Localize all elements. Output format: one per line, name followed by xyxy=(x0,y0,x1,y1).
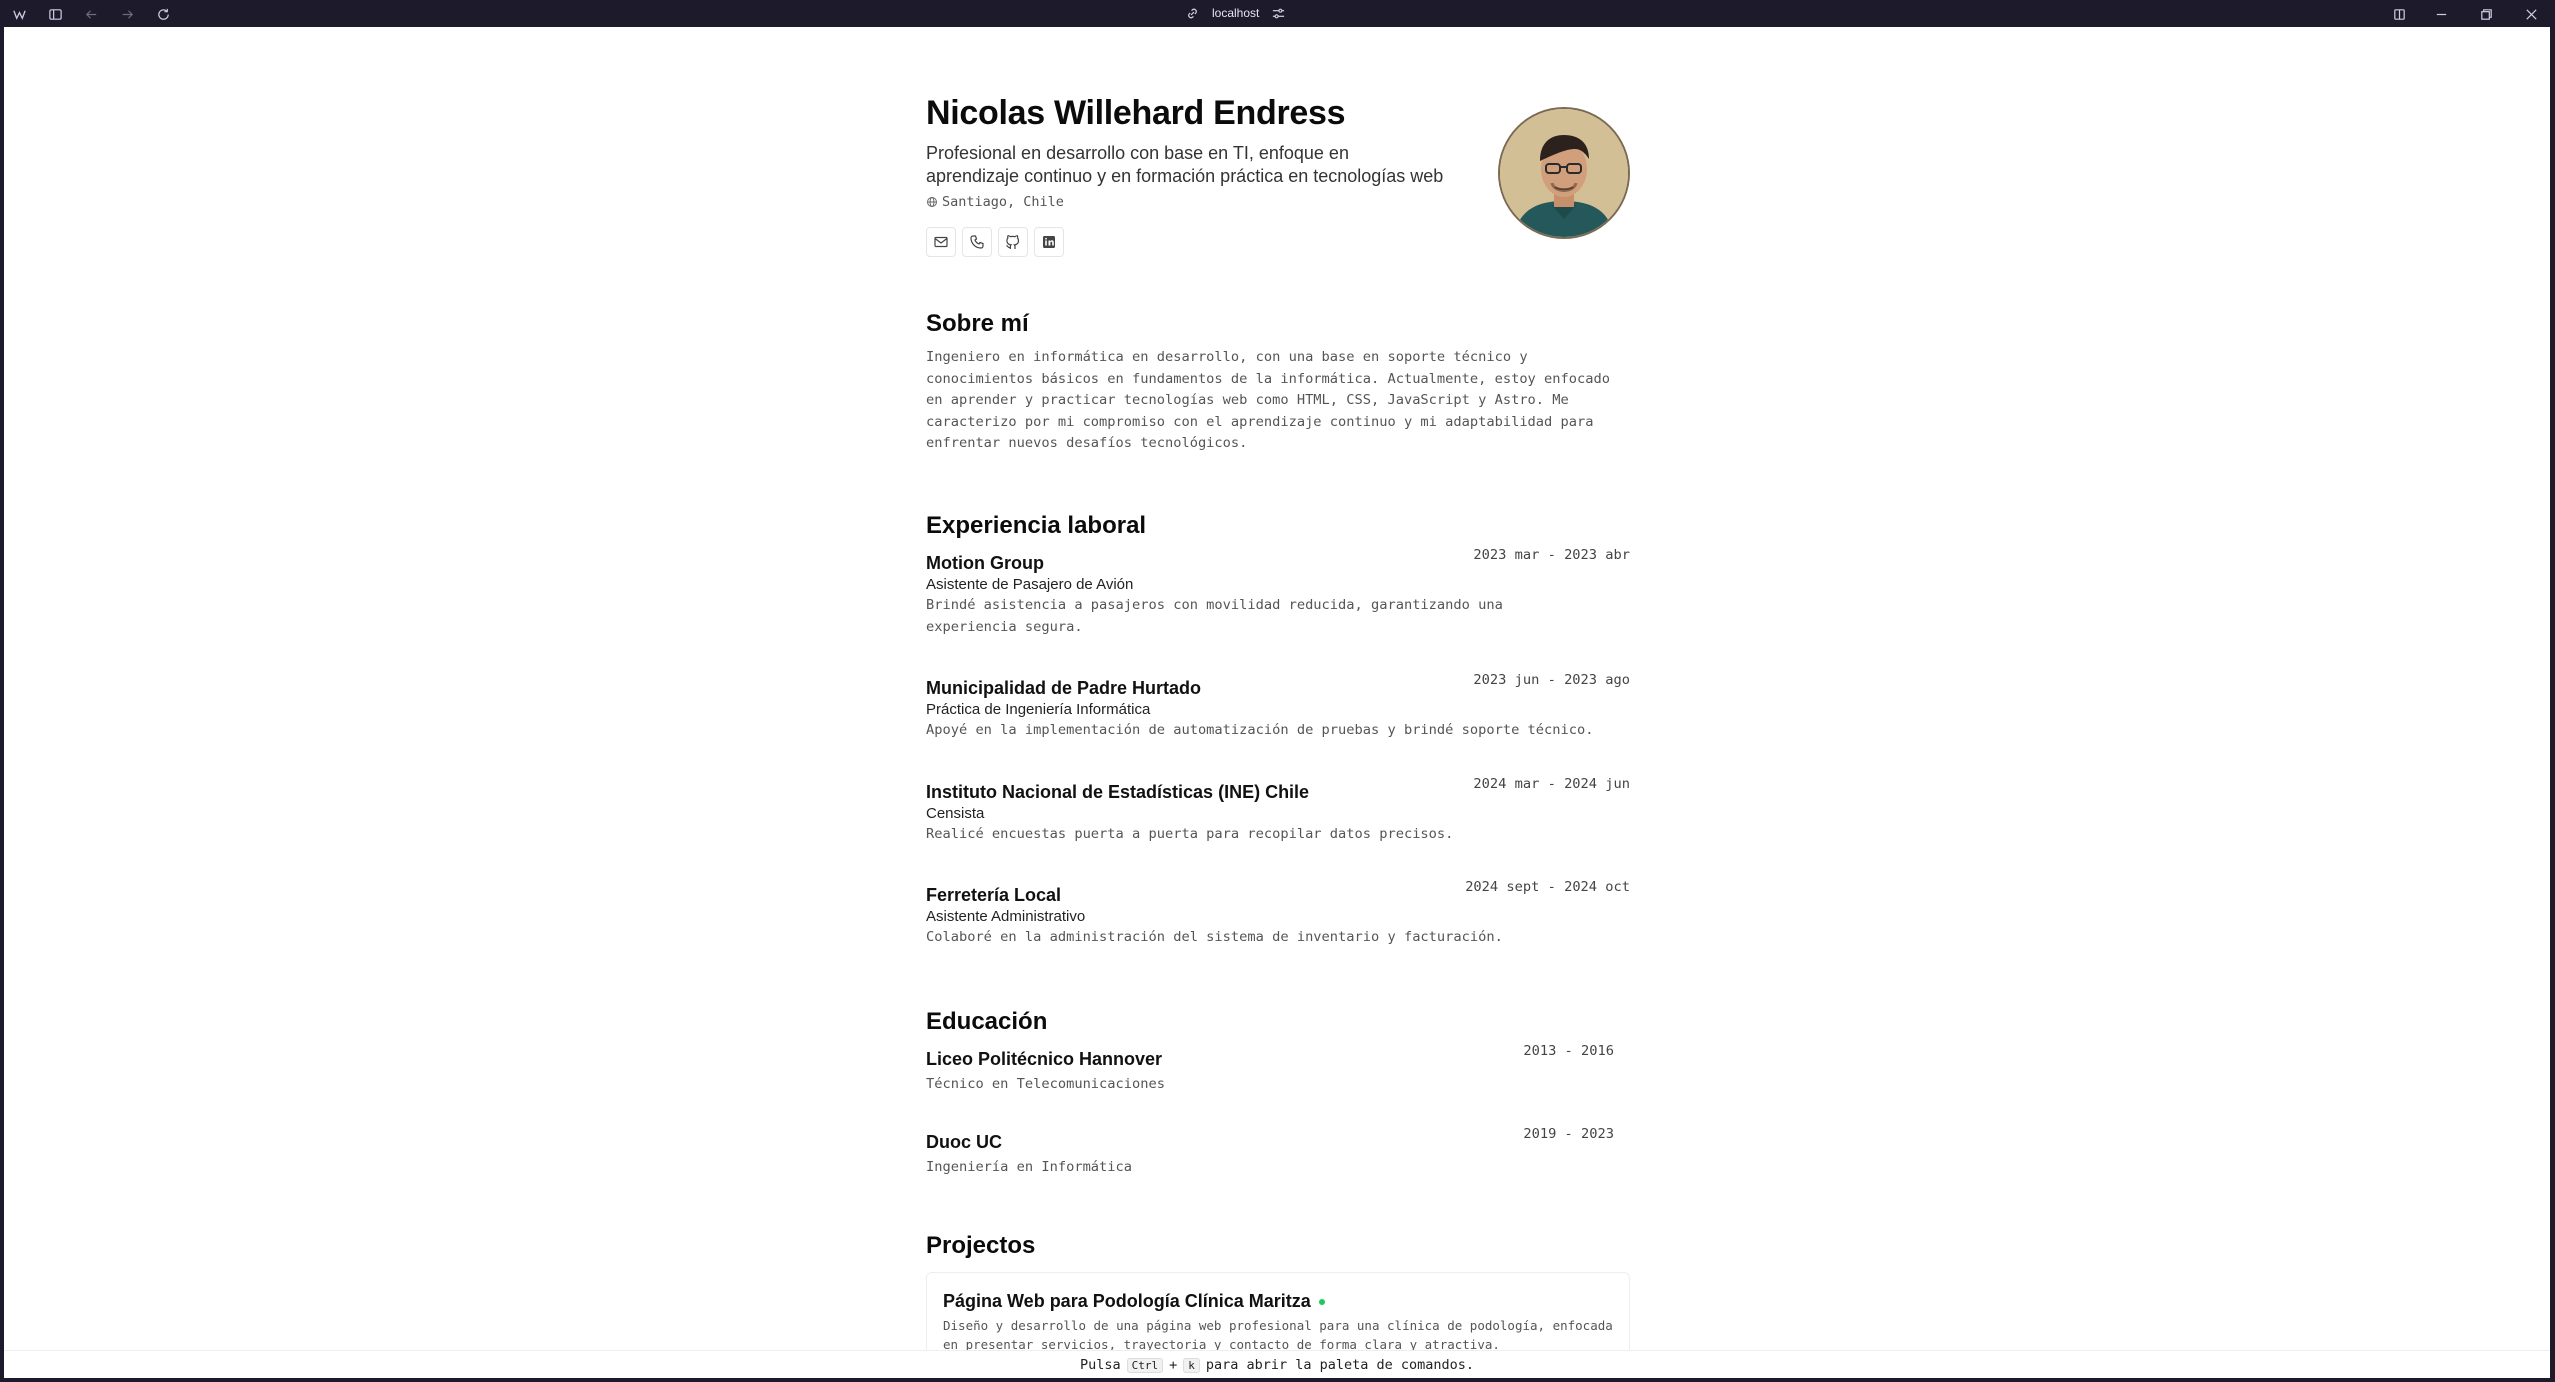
link-icon xyxy=(1188,8,1197,18)
forward-arrow-icon[interactable] xyxy=(117,4,137,24)
project-title-row[interactable]: Página Web para Podología Clínica Maritz… xyxy=(943,1291,1613,1312)
about-heading: Sobre mí xyxy=(926,310,1029,337)
globe-icon xyxy=(927,197,937,207)
app-logo-icon[interactable] xyxy=(9,4,29,24)
back-arrow-icon[interactable] xyxy=(81,4,101,24)
address-bar[interactable]: localhost xyxy=(1185,3,1286,23)
experience-description: Realicé encuestas puerta a puerta para r… xyxy=(926,826,1454,842)
github-icon xyxy=(1006,235,1020,249)
experience-date: 2023 mar - 2023 abr xyxy=(1473,547,1630,563)
hint-prefix: Pulsa xyxy=(1079,1357,1121,1373)
minimize-icon[interactable] xyxy=(2431,4,2451,24)
experience-heading: Experiencia laboral xyxy=(926,512,1147,539)
education-item: Duoc UC Ingeniería en Informática 2019 -… xyxy=(926,1126,1630,1179)
experience-item: Motion Group Asistente de Pasajero de Av… xyxy=(926,547,1630,638)
hint-suffix: para abrir la paleta de comandos. xyxy=(1205,1357,1475,1373)
mail-icon xyxy=(934,236,948,248)
experience-description: Brindé asistencia a pasajeros con movili… xyxy=(926,597,1503,635)
location-text: Santiago, Chile xyxy=(942,194,1064,210)
experience-date: 2024 sept - 2024 oct xyxy=(1465,879,1630,895)
profile-avatar xyxy=(1500,109,1628,237)
hint-key-ctrl: Ctrl xyxy=(1126,1357,1164,1373)
project-title[interactable]: Página Web para Podología Clínica Maritz… xyxy=(943,1291,1311,1312)
browser-titlebar: localhost xyxy=(0,0,2555,27)
experience-role: Asistente de Pasajero de Avión xyxy=(926,576,1134,593)
project-card[interactable]: Página Web para Podología Clínica Maritz… xyxy=(926,1272,1630,1350)
experience-item: Instituto Nacional de Estadísticas (INE)… xyxy=(926,776,1630,846)
projects-heading: Projectos xyxy=(926,1232,1036,1259)
page-viewport: Nicolas Willehard Endress Profesional en… xyxy=(4,27,2550,1350)
github-button[interactable] xyxy=(998,227,1028,257)
education-degree: Técnico en Telecomunicaciones xyxy=(926,1076,1165,1092)
experience-item: Municipalidad de Padre Hurtado Práctica … xyxy=(926,672,1630,742)
command-palette-hint: Pulsa Ctrl + k para abrir la paleta de c… xyxy=(4,1350,2550,1379)
split-view-icon[interactable] xyxy=(2389,4,2409,24)
experience-date: 2023 jun - 2023 ago xyxy=(1473,672,1630,688)
phone-icon xyxy=(970,235,984,249)
window-bottom-edge xyxy=(0,1378,2555,1382)
experience-role: Práctica de Ingeniería Informática xyxy=(926,701,1151,718)
experience-role: Asistente Administrativo xyxy=(926,908,1086,925)
address-text[interactable]: localhost xyxy=(1212,6,1259,20)
education-item: Liceo Politécnico Hannover Técnico en Te… xyxy=(926,1043,1630,1096)
profile-name: Nicolas Willehard Endress xyxy=(926,94,1346,132)
phone-button[interactable] xyxy=(962,227,992,257)
reload-icon[interactable] xyxy=(153,4,173,24)
experience-item: Ferretería Local Asistente Administrativ… xyxy=(926,879,1630,949)
status-dot-icon xyxy=(1318,1298,1325,1305)
hint-key-k: k xyxy=(1183,1357,1200,1373)
about-text: Ingeniero en informática en desarrollo, … xyxy=(926,349,1610,452)
sidebar-toggle-icon[interactable] xyxy=(45,4,65,24)
close-icon[interactable] xyxy=(2521,4,2541,24)
project-description: Diseño y desarrollo de una página web pr… xyxy=(943,1318,1613,1350)
email-button[interactable] xyxy=(926,227,956,257)
education-heading: Educación xyxy=(926,1008,1048,1035)
linkedin-button[interactable] xyxy=(1034,227,1064,257)
experience-description: Apoyé en la implementación de automatiza… xyxy=(926,722,1594,738)
experience-date: 2024 mar - 2024 jun xyxy=(1473,776,1630,792)
education-date: 2019 - 2023 xyxy=(1523,1126,1614,1142)
maximize-icon[interactable] xyxy=(2476,4,2496,24)
experience-description: Colaboré en la administración del sistem… xyxy=(926,929,1503,945)
profile-location: Santiago, Chile xyxy=(926,194,1064,210)
education-date: 2013 - 2016 xyxy=(1523,1043,1614,1059)
hint-plus: + xyxy=(1169,1357,1178,1373)
contact-links xyxy=(926,227,1064,257)
profile-tagline: Profesional en desarrollo con base en TI… xyxy=(926,143,1444,186)
education-degree: Ingeniería en Informática xyxy=(926,1159,1133,1175)
experience-role: Censista xyxy=(926,805,985,822)
site-settings-icon[interactable] xyxy=(1271,6,1286,21)
linkedin-icon xyxy=(1043,236,1055,248)
